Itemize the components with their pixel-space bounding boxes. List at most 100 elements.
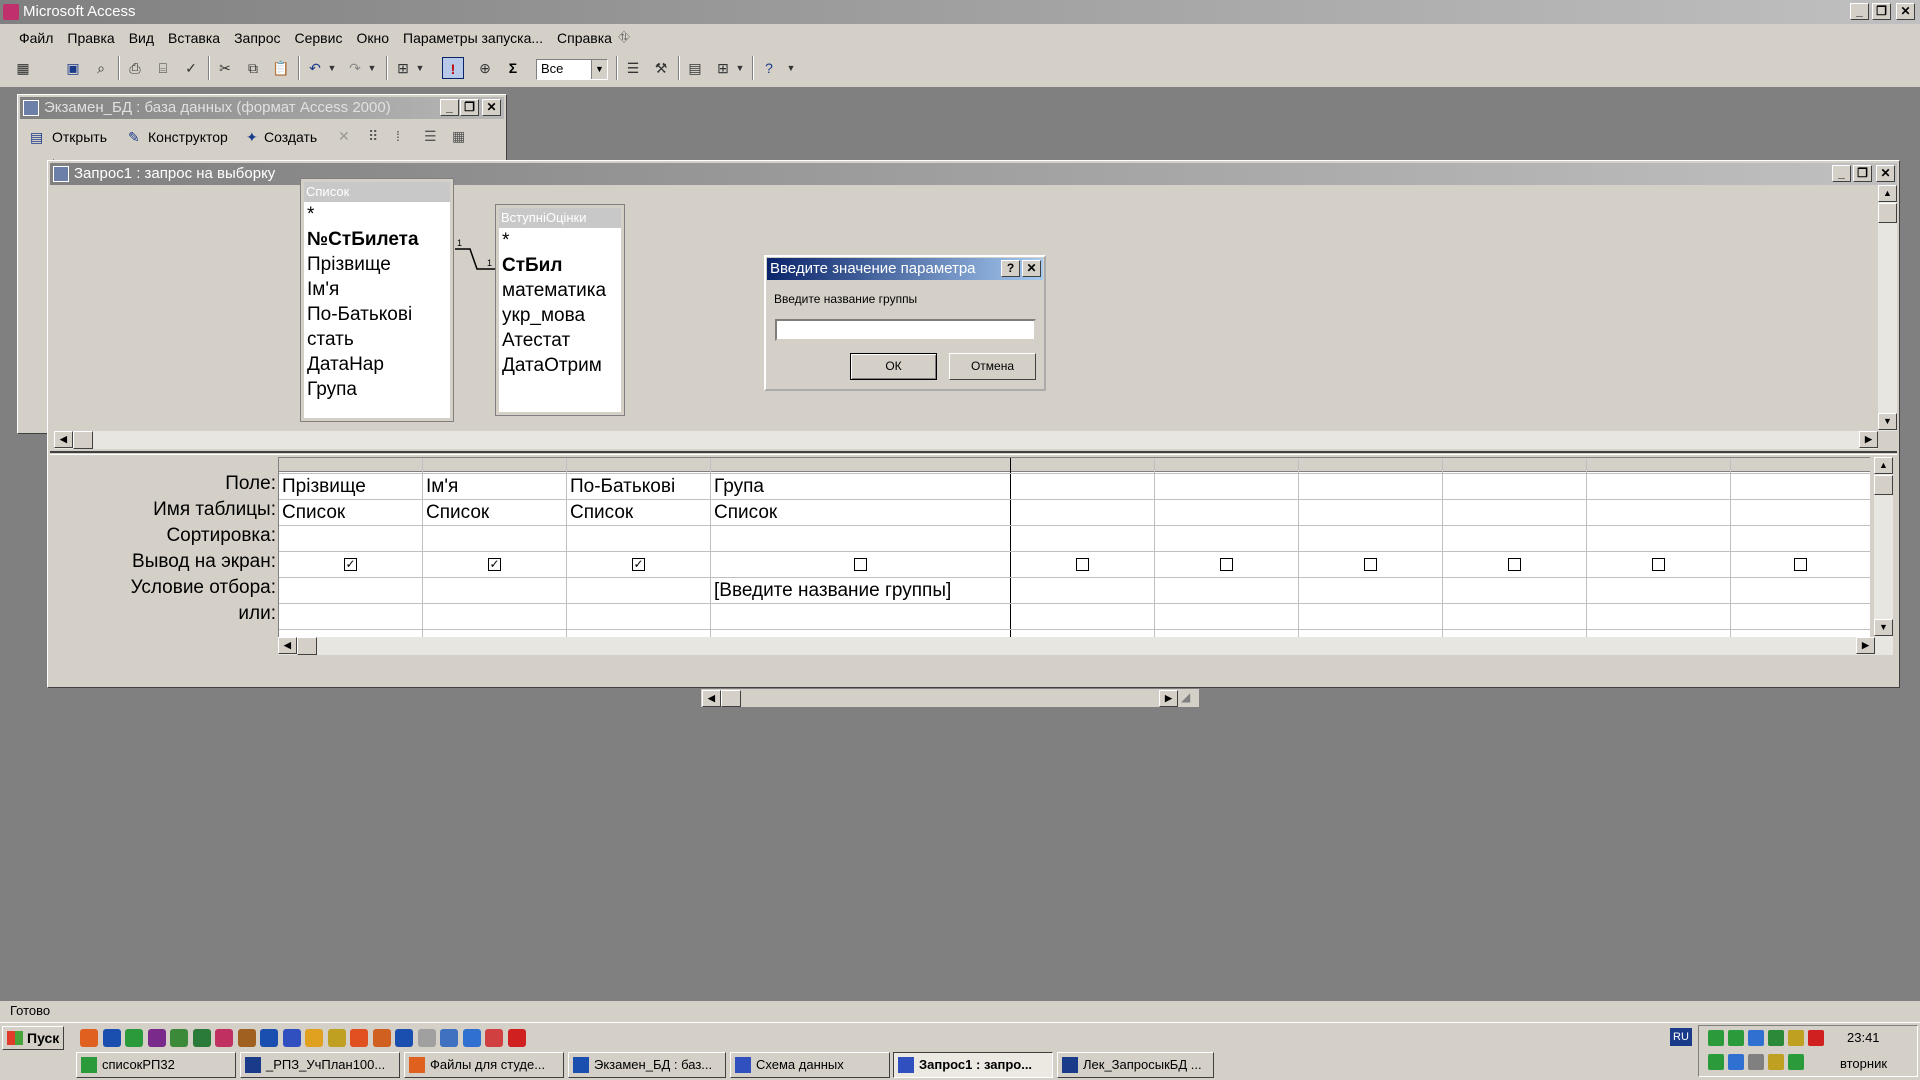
chart-icon[interactable]: [350, 1029, 368, 1047]
redo-icon[interactable]: ↷: [344, 57, 366, 79]
query-restore-button[interactable]: ❐: [1853, 165, 1872, 182]
show-checkbox[interactable]: [854, 558, 867, 571]
start-button[interactable]: Пуск: [2, 1026, 64, 1050]
opera-icon[interactable]: [507, 1029, 526, 1047]
field-item[interactable]: ДатаНар: [304, 352, 450, 377]
field-item-key[interactable]: СтБил: [499, 253, 621, 278]
project-icon[interactable]: [125, 1029, 143, 1047]
sort-cell[interactable]: [1011, 526, 1154, 552]
menu-startup[interactable]: Параметры запуска...: [396, 26, 550, 50]
taskbar-button[interactable]: Экзамен_БД : баз...: [568, 1052, 726, 1078]
tray-app-icon[interactable]: [1748, 1054, 1764, 1070]
floppy-icon[interactable]: [260, 1029, 278, 1047]
fieldlist-title[interactable]: Список: [304, 182, 450, 202]
table-cell[interactable]: [1443, 500, 1586, 526]
or-cell[interactable]: [1299, 604, 1442, 630]
query-type-icon[interactable]: ⊞: [392, 57, 414, 79]
show-checkbox[interactable]: [1508, 558, 1521, 571]
media-icon[interactable]: [282, 1029, 301, 1047]
delete-icon[interactable]: ✕: [338, 128, 350, 145]
scroll-right-icon[interactable]: ▶: [1859, 431, 1878, 448]
search-db-icon[interactable]: ⌕: [90, 57, 112, 79]
new-object-icon[interactable]: ⊞: [712, 57, 734, 79]
pane-splitter[interactable]: [50, 451, 1897, 455]
tray-app-icon[interactable]: [1768, 1054, 1784, 1070]
grid-hscroll[interactable]: ◀ ▶: [278, 637, 1893, 655]
show-checkbox-checked[interactable]: ✓: [488, 558, 501, 571]
field-item[interactable]: укр_мова: [499, 303, 621, 328]
scroll-right-icon[interactable]: ▶: [1159, 690, 1178, 707]
build-icon[interactable]: ⚒: [650, 57, 672, 79]
dialog-help-button[interactable]: ?: [1001, 260, 1020, 277]
tray-app-icon[interactable]: [1808, 1030, 1824, 1046]
scroll-thumb[interactable]: [721, 690, 741, 707]
column-selector[interactable]: [1299, 458, 1443, 472]
table-pane-hscroll[interactable]: ◀ ▶: [54, 431, 1878, 449]
taskbar-button[interactable]: Лек_ЗапросыкБД ...: [1057, 1052, 1214, 1078]
app-restore-button[interactable]: ❐: [1872, 3, 1891, 20]
grid-vscroll[interactable]: ▲ ▼: [1874, 457, 1893, 637]
table-pane-vscroll[interactable]: ▲ ▼: [1878, 185, 1897, 431]
tray-app-icon[interactable]: [1728, 1030, 1744, 1046]
fieldlist-vstupni[interactable]: ВступніОцінки * СтБил математика укр_мов…: [495, 204, 625, 416]
excel-icon[interactable]: [192, 1029, 211, 1047]
db-restore-button[interactable]: ❐: [460, 99, 479, 116]
show-checkbox[interactable]: [1076, 558, 1089, 571]
show-checkbox[interactable]: [1794, 558, 1807, 571]
scroll-up-icon[interactable]: ▲: [1874, 457, 1893, 474]
show-table-icon[interactable]: ⊕: [474, 57, 496, 79]
tray-app-icon[interactable]: [1788, 1054, 1804, 1070]
scroll-thumb[interactable]: [297, 637, 317, 655]
firefox-icon[interactable]: [80, 1029, 98, 1047]
relationships-icon[interactable]: ⛗: [618, 29, 630, 46]
tray-app-icon[interactable]: [1708, 1054, 1724, 1070]
paste-icon[interactable]: 📋: [270, 57, 292, 79]
large-icons-icon[interactable]: ⠿: [368, 128, 378, 145]
undo-dropdown-icon[interactable]: ▼: [326, 57, 338, 79]
toolbar-options-icon[interactable]: ▼: [784, 57, 798, 79]
copy-icon[interactable]: ⧉: [242, 57, 264, 79]
criteria-cell[interactable]: [1587, 578, 1730, 604]
field-item[interactable]: математика: [499, 278, 621, 303]
cut-icon[interactable]: ✂: [214, 57, 236, 79]
table-cell[interactable]: Список: [711, 500, 1010, 526]
column-selector[interactable]: [1587, 458, 1731, 472]
undo-icon[interactable]: ↶: [304, 57, 326, 79]
chrome-icon[interactable]: [485, 1029, 503, 1047]
sort-cell[interactable]: [1731, 526, 1870, 552]
scroll-up-icon[interactable]: ▲: [1878, 185, 1897, 202]
db-minimize-button[interactable]: _: [440, 99, 459, 116]
show-checkbox-checked[interactable]: ✓: [344, 558, 357, 571]
field-item[interactable]: По-Батькові: [304, 302, 450, 327]
run-icon[interactable]: !: [442, 57, 464, 79]
tray-app-icon[interactable]: [1788, 1030, 1804, 1046]
db-window-hscroll[interactable]: ◀ ▶ ◢: [700, 688, 1200, 708]
criteria-cell[interactable]: [567, 578, 710, 604]
criteria-cell[interactable]: [1155, 578, 1298, 604]
criteria-cell[interactable]: [1443, 578, 1586, 604]
calculator-icon[interactable]: [440, 1029, 458, 1047]
criteria-cell[interactable]: [Введите название группы]: [711, 578, 1010, 604]
taskbar-button[interactable]: _РПЗ_УчПлан100...: [240, 1052, 400, 1078]
taskbar-button[interactable]: Схема данных: [730, 1052, 890, 1078]
totals-icon[interactable]: Σ: [502, 57, 524, 79]
show-checkbox[interactable]: [1220, 558, 1233, 571]
or-cell[interactable]: [1587, 604, 1730, 630]
taskbar-button[interactable]: Файлы для студе...: [404, 1052, 564, 1078]
criteria-cell[interactable]: [1299, 578, 1442, 604]
tray-app-icon[interactable]: [1728, 1054, 1744, 1070]
language-indicator[interactable]: RU: [1670, 1028, 1692, 1046]
query-type-dropdown-icon[interactable]: ▼: [414, 57, 426, 79]
sort-cell[interactable]: [1587, 526, 1730, 552]
tool-icon[interactable]: [237, 1029, 256, 1047]
dialog-close-button[interactable]: ✕: [1022, 260, 1041, 277]
lamp-icon[interactable]: [327, 1029, 346, 1047]
field-item[interactable]: Група: [304, 377, 450, 402]
fieldlist-title[interactable]: ВступніОцінки: [499, 208, 621, 228]
scroll-thumb[interactable]: [1874, 475, 1893, 495]
sort-cell[interactable]: [1155, 526, 1298, 552]
table-cell[interactable]: Список: [423, 500, 566, 526]
sort-cell[interactable]: [1299, 526, 1442, 552]
properties-icon[interactable]: ☰: [622, 57, 644, 79]
or-cell[interactable]: [567, 604, 710, 630]
